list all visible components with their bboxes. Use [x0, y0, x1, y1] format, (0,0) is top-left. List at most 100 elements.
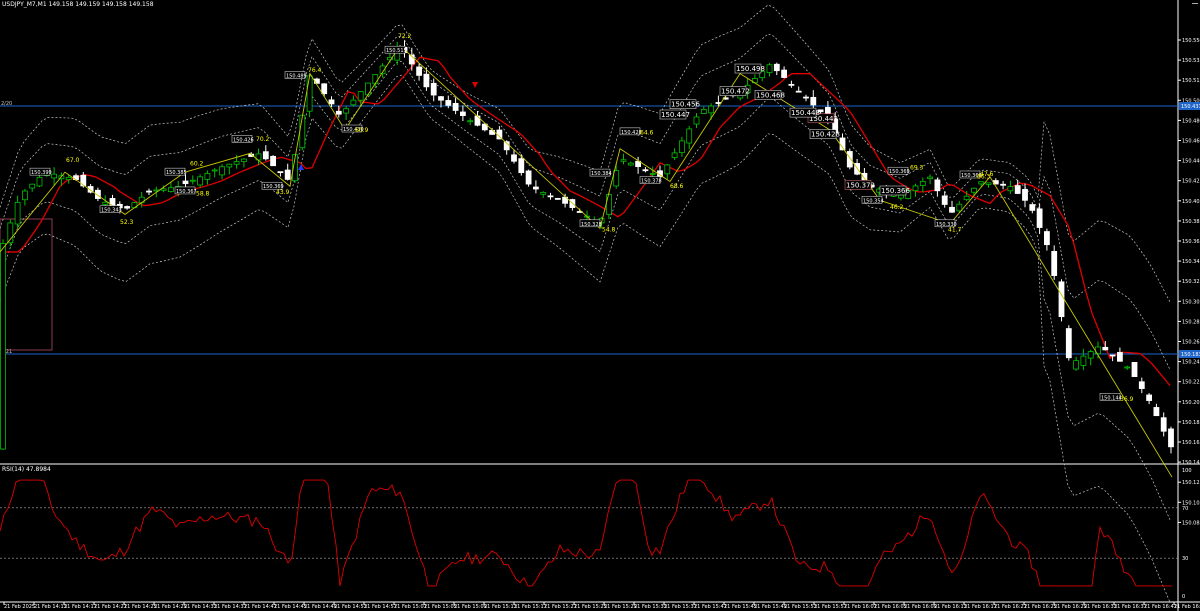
price-axis-label: 150.440	[1182, 159, 1200, 165]
time-axis-label: 21 Feb 15:49	[754, 604, 787, 610]
price-tag: 150.468	[756, 91, 785, 99]
candle-body	[547, 195, 554, 198]
price-axis-label: 150.385	[1182, 219, 1200, 225]
candle-body	[452, 103, 459, 111]
candle-body	[1117, 352, 1123, 362]
time-axis-label: 21 Feb 16:37	[1114, 604, 1147, 610]
time-axis-label: 21 Feb 15:01	[394, 604, 427, 610]
candle-body	[693, 116, 700, 125]
candle-body	[430, 82, 437, 96]
value-label: 60.2	[190, 161, 204, 168]
time-axis-label: 21 Feb 14:49	[304, 604, 337, 610]
candle-body	[963, 195, 970, 201]
candle-body	[277, 171, 284, 174]
time-axis-label: 21 Feb 15:25	[574, 604, 607, 610]
price-tag: 150.328	[581, 222, 602, 228]
candle-body	[1051, 251, 1058, 276]
time-axis-label: 21 Feb 15:33	[634, 604, 667, 610]
price-axis-label: 150.245	[1182, 360, 1200, 366]
time-axis-label: 21 Feb 2025	[4, 604, 35, 610]
candle-body	[803, 96, 809, 99]
candle-body	[1029, 204, 1036, 211]
candle-body	[846, 151, 853, 168]
candle-body	[36, 176, 43, 187]
candle-body	[766, 64, 773, 73]
time-axis-label: 21 Feb 15:41	[694, 604, 727, 610]
candle-body	[29, 183, 36, 189]
candle-body	[357, 91, 364, 101]
candle-body	[474, 115, 481, 126]
candle-body	[1014, 185, 1021, 194]
candle-body	[985, 182, 992, 185]
value-label: 54.8	[602, 226, 616, 233]
candle-body	[1153, 407, 1160, 417]
price-axis-label: 150.425	[1182, 179, 1200, 185]
time-axis-label: 21 Feb 15:45	[724, 604, 757, 610]
candle-body	[978, 181, 985, 185]
candle-body	[1058, 281, 1065, 318]
time-axis-label: 21 Feb 14:57	[364, 604, 397, 610]
candle-body	[525, 170, 532, 185]
time-axis-label: 21 Feb 16:29	[1054, 604, 1087, 610]
candle-body	[146, 190, 152, 193]
candle-body	[65, 176, 72, 180]
time-axis-label: 21 Feb 14:13	[34, 604, 67, 610]
value-label: 69.3	[910, 164, 924, 171]
price-tag: 150.369	[889, 169, 910, 175]
candle-body	[1124, 366, 1131, 369]
price-chart[interactable]: 2/202/21150.550150.535150.515150.500150.…	[0, 0, 1200, 611]
candle-body	[102, 201, 109, 205]
price-tag: 150.456	[671, 101, 700, 109]
candle-body	[167, 187, 174, 192]
candle-body	[912, 185, 919, 192]
candle-body	[927, 176, 933, 180]
value-label: 72.2	[398, 33, 412, 40]
time-axis-label: 21 Feb 15:53	[784, 604, 817, 610]
candle-body	[1000, 183, 1006, 186]
candle-body	[627, 162, 634, 166]
candle-body	[1146, 394, 1152, 401]
time-axis-label: 21 Feb 15:29	[604, 604, 637, 610]
candle-body	[14, 201, 21, 225]
sell-arrow-icon	[472, 82, 478, 88]
candle-body	[949, 206, 955, 213]
price-axis-label: 150.225	[1182, 380, 1200, 386]
time-axis-label: 21 Feb 15:13	[484, 604, 517, 610]
value-label: 60.9	[355, 127, 369, 134]
time-axis-label: 21 Feb 14:37	[214, 604, 247, 610]
candle-body	[423, 73, 430, 88]
time-axis-label: 21 Feb 15:09	[454, 604, 487, 610]
candle-body	[335, 110, 342, 115]
value-label: 58.8	[196, 191, 210, 198]
candle-body	[956, 203, 963, 212]
value-label: 68.6	[670, 183, 684, 190]
price-tag: 150.367	[176, 189, 197, 195]
time-axis-label: 21 Feb 16:25	[1024, 604, 1057, 610]
candle-body	[306, 75, 313, 112]
time-axis-label: 21 Feb 16:13	[934, 604, 967, 610]
time-axis-label: 21 Feb 16:33	[1084, 604, 1117, 610]
price-tag: 150.343	[101, 208, 122, 214]
candle-body	[671, 152, 678, 158]
value-label: 70.2	[256, 136, 270, 143]
candle-body	[919, 180, 926, 186]
rsi-axis-label: 30	[1182, 556, 1188, 562]
time-axis-label: 21 Feb 16:09	[904, 604, 937, 610]
candle-body	[240, 158, 247, 162]
candle-body	[606, 194, 612, 215]
price-axis-label: 150.460	[1182, 139, 1200, 145]
candle-body	[372, 74, 379, 85]
price-tag: 150.515	[386, 48, 407, 54]
price-axis-label: 150.165	[1182, 440, 1200, 446]
candle-body	[365, 82, 371, 96]
price-axis-label: 150.265	[1182, 340, 1200, 346]
price-axis-label: 150.550	[1182, 38, 1200, 44]
candle-body	[1102, 346, 1109, 351]
candle-body	[649, 173, 656, 175]
candle-body	[160, 188, 167, 191]
candle-body	[1138, 381, 1145, 389]
time-axis-label: 21 Feb 14:33	[184, 604, 217, 610]
hline-label: 2/20	[1, 101, 12, 107]
chart-window[interactable]: USDJPY_M7,M1 149.158 149.159 149.158 149…	[0, 0, 1200, 611]
candle-body	[861, 172, 868, 182]
